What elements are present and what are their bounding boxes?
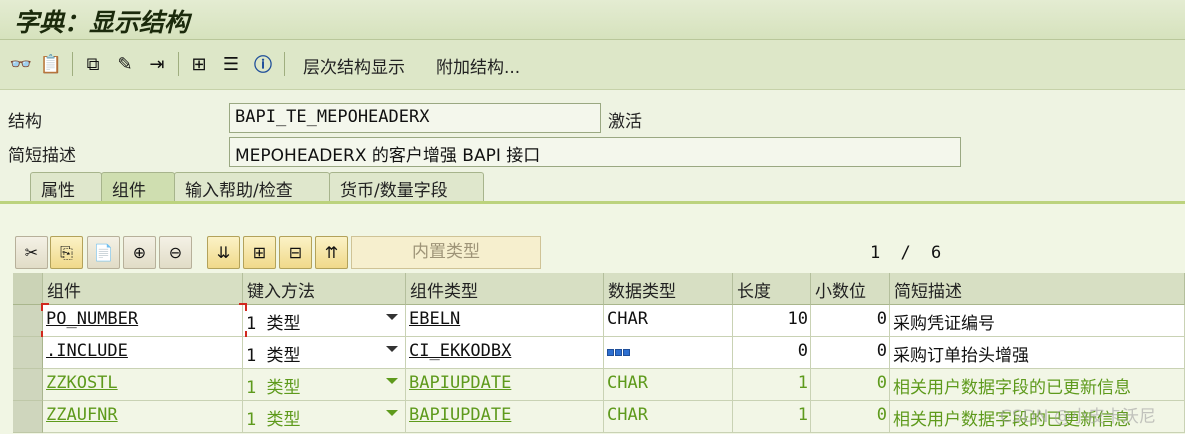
glasses-icon[interactable]: 👓 bbox=[8, 50, 34, 78]
decimals-cell: 0 bbox=[811, 337, 890, 369]
row-selector[interactable] bbox=[13, 401, 43, 433]
hierarchy-display-button[interactable]: 层次结构显示 bbox=[303, 53, 405, 78]
row-selector[interactable] bbox=[13, 369, 43, 401]
page-indicator: 1 / 6 bbox=[870, 243, 941, 263]
short-description-field[interactable]: MEPOHEADERX 的客户增强 BAPI 接口 bbox=[229, 137, 961, 167]
window-title: 字典：显示结构 bbox=[14, 8, 190, 37]
structure-label: 结构 bbox=[8, 112, 42, 132]
dropdown-arrow-icon[interactable] bbox=[386, 346, 398, 352]
collapse-icon[interactable]: ⇈ bbox=[315, 236, 348, 269]
list-icon[interactable]: ☰ bbox=[218, 50, 244, 78]
structure-name-field[interactable]: BAPI_TE_MEPOHEADERX bbox=[229, 103, 601, 133]
delete-row-icon[interactable]: ⊖ bbox=[159, 236, 192, 269]
typing-method-cell[interactable]: 1 类型 bbox=[243, 369, 406, 401]
page-current: 1 bbox=[870, 243, 881, 263]
dropdown-arrow-icon[interactable] bbox=[386, 378, 398, 384]
decimals-cell: 0 bbox=[811, 305, 890, 337]
copy-icon[interactable]: ⎘ bbox=[50, 236, 83, 269]
focus-corner-marker bbox=[239, 303, 247, 311]
paste-icon[interactable]: 📄 bbox=[87, 236, 120, 269]
component-name-cell[interactable]: ZZKOSTL bbox=[43, 369, 243, 401]
status-text: 激活 bbox=[608, 112, 642, 132]
data-type-cell bbox=[604, 337, 733, 369]
typing-method-cell[interactable]: 1 类型 bbox=[243, 401, 406, 433]
insert-row-icon[interactable]: ⊕ bbox=[123, 236, 156, 269]
export-icon[interactable]: ⇥ bbox=[144, 50, 170, 78]
data-type-cell: CHAR bbox=[604, 305, 733, 337]
expand-all-icon[interactable]: ⇊ bbox=[207, 236, 240, 269]
data-type-cell: CHAR bbox=[604, 369, 733, 401]
typing-method-value: 1 类型 bbox=[246, 314, 301, 334]
typing-method-value: 1 类型 bbox=[246, 346, 301, 366]
component-type-cell[interactable]: CI_EKKODBX bbox=[406, 337, 604, 369]
column-header-component-type[interactable]: 组件类型 bbox=[406, 273, 604, 305]
toolbar-separator bbox=[72, 52, 73, 76]
tab-strip: 属性 组件 输入帮助/检查 货币/数量字段 bbox=[0, 172, 1185, 202]
short-description-cell[interactable]: 采购订单抬头增强 bbox=[890, 337, 1185, 369]
component-name-cell[interactable]: .INCLUDE bbox=[43, 337, 243, 369]
row-selector[interactable] bbox=[13, 305, 43, 337]
component-type-cell[interactable]: BAPIUPDATE bbox=[406, 401, 604, 433]
tree-icon[interactable]: ⊞ bbox=[186, 50, 212, 78]
tab-input-help-check[interactable]: 输入帮助/检查 bbox=[174, 172, 330, 202]
column-header-component[interactable]: 组件 bbox=[43, 273, 243, 305]
typing-method-value: 1 类型 bbox=[246, 378, 301, 398]
magic-wand-icon[interactable]: ✎ bbox=[112, 50, 138, 78]
builtin-type-button[interactable]: 内置类型 bbox=[351, 236, 541, 269]
cut-icon[interactable]: ✂ bbox=[15, 236, 48, 269]
row-selector[interactable] bbox=[13, 337, 43, 369]
application-toolbar: 👓 📋 ⧉ ✎ ⇥ ⊞ ☰ ⓘ 层次结构显示 附加结构... bbox=[0, 40, 1185, 90]
insert-include-icon[interactable]: ⊞ bbox=[243, 236, 276, 269]
data-type-cell: CHAR bbox=[604, 401, 733, 433]
column-header-length[interactable]: 长度 bbox=[733, 273, 811, 305]
typing-method-cell[interactable]: 1 类型 bbox=[243, 337, 406, 369]
append-structure-button[interactable]: 附加结构... bbox=[436, 53, 520, 78]
column-header-short-description[interactable]: 简短描述 bbox=[890, 273, 1185, 305]
tab-currency-quantity-fields[interactable]: 货币/数量字段 bbox=[329, 172, 484, 202]
dropdown-arrow-icon[interactable] bbox=[386, 314, 398, 320]
hierarchy-icon[interactable]: ⧉ bbox=[80, 50, 106, 78]
dropdown-arrow-icon[interactable] bbox=[386, 410, 398, 416]
decimals-cell: 0 bbox=[811, 369, 890, 401]
focus-corner-marker bbox=[41, 303, 49, 311]
info-icon[interactable]: ⓘ bbox=[250, 50, 276, 78]
short-description-cell[interactable]: 相关用户数据字段的已更新信息 bbox=[890, 369, 1185, 401]
length-cell: 10 bbox=[733, 305, 811, 337]
typing-method-cell[interactable]: 1 类型 bbox=[243, 305, 406, 337]
page-total: 6 bbox=[931, 243, 942, 263]
watermark: CSDN @小皮卡沃尼 bbox=[1000, 407, 1156, 427]
column-header-decimals[interactable]: 小数位 bbox=[811, 273, 890, 305]
title-bar: 字典：显示结构 bbox=[0, 0, 1185, 40]
component-type-cell[interactable]: BAPIUPDATE bbox=[406, 369, 604, 401]
length-cell: 0 bbox=[733, 337, 811, 369]
length-cell: 1 bbox=[733, 369, 811, 401]
tab-attributes[interactable]: 属性 bbox=[30, 172, 102, 202]
component-name-cell[interactable]: PO_NUMBER bbox=[43, 305, 243, 337]
page-separator: / bbox=[900, 243, 911, 263]
length-cell: 1 bbox=[733, 401, 811, 433]
toolbar-separator bbox=[178, 52, 179, 76]
short-description-label: 简短描述 bbox=[8, 146, 76, 166]
column-header-typing-method[interactable]: 键入方法 bbox=[243, 273, 406, 305]
column-header-data-type[interactable]: 数据类型 bbox=[604, 273, 733, 305]
component-name-cell[interactable]: ZZAUFNR bbox=[43, 401, 243, 433]
expand-include-icon[interactable]: ⊟ bbox=[279, 236, 312, 269]
structure-icon bbox=[607, 349, 630, 356]
typing-method-value: 1 类型 bbox=[246, 410, 301, 430]
decimals-cell: 0 bbox=[811, 401, 890, 433]
clipboard-icon[interactable]: 📋 bbox=[38, 50, 64, 78]
select-all-cell[interactable] bbox=[13, 273, 43, 305]
tab-components[interactable]: 组件 bbox=[101, 172, 175, 202]
toolbar-separator bbox=[284, 52, 285, 76]
short-description-cell[interactable]: 采购凭证编号 bbox=[890, 305, 1185, 337]
component-type-cell[interactable]: EBELN bbox=[406, 305, 604, 337]
